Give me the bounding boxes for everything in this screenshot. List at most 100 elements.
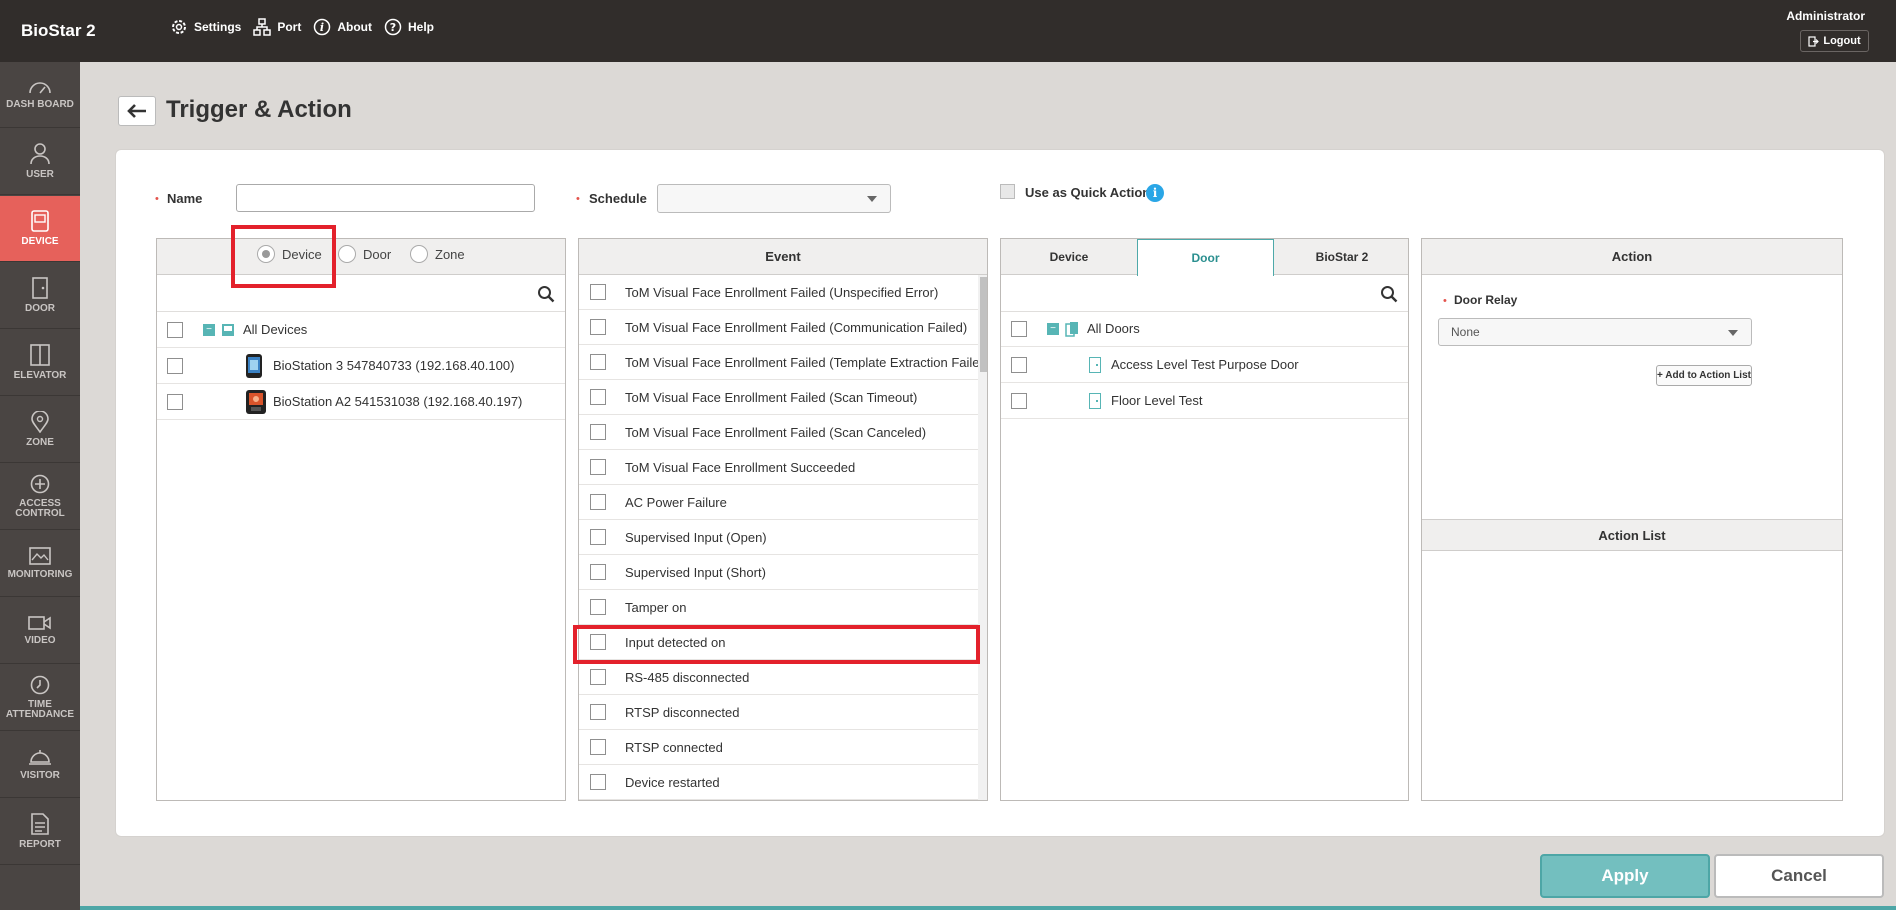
event-row[interactable]: RS-485 disconnected — [579, 660, 979, 695]
info-icon[interactable]: i — [1146, 184, 1164, 202]
schedule-select[interactable] — [657, 184, 891, 213]
checkbox[interactable] — [167, 393, 183, 410]
sidebar-item-device[interactable]: DEVICE — [0, 196, 80, 262]
checkbox[interactable] — [590, 599, 606, 615]
event-label: Device restarted — [625, 774, 720, 790]
sidebar-item-door[interactable]: DOOR — [0, 263, 80, 329]
highlight-box — [231, 225, 336, 288]
tab-door[interactable]: Door — [1137, 239, 1274, 276]
checkbox[interactable] — [590, 389, 606, 405]
checkbox[interactable] — [590, 319, 606, 335]
door-relay-select[interactable]: None — [1438, 318, 1752, 346]
checkbox[interactable] — [1011, 320, 1027, 337]
event-row[interactable]: Supervised Input (Open) — [579, 520, 979, 555]
about-link[interactable]: i About — [313, 18, 372, 36]
event-row[interactable]: ToM Visual Face Enrollment Failed (Commu… — [579, 310, 979, 345]
checkbox[interactable] — [590, 669, 606, 685]
sidebar-item-zone[interactable]: ZONE — [0, 397, 80, 463]
tab-device[interactable]: Device — [1001, 239, 1137, 275]
sidebar-item-access-control[interactable]: ACCESS CONTROL — [0, 464, 80, 530]
event-row[interactable]: ToM Visual Face Enrollment Failed (Scan … — [579, 415, 979, 450]
sidebar-item-dashboard[interactable]: DASH BOARD — [0, 62, 80, 128]
sidebar-item-monitoring[interactable]: MONITORING — [0, 531, 80, 597]
checkbox[interactable] — [590, 564, 606, 580]
event-row[interactable]: AC Power Failure — [579, 485, 979, 520]
sidebar-item-time-attendance[interactable]: TIME ATTENDANCE — [0, 665, 80, 731]
required-marker: • — [1443, 295, 1447, 307]
settings-label: Settings — [194, 20, 242, 34]
device-row[interactable]: BioStation 3 547840733 (192.168.40.100) — [157, 348, 565, 384]
checkbox[interactable] — [590, 529, 606, 545]
logout-button[interactable]: Logout — [1800, 30, 1869, 52]
checkbox[interactable] — [590, 284, 606, 300]
sidebar: DASH BOARD USER DEVICE DOOR ELEVATOR ZON… — [0, 62, 80, 910]
clock-icon — [30, 675, 50, 695]
checkbox[interactable] — [590, 424, 606, 440]
cancel-button[interactable]: Cancel — [1714, 854, 1884, 898]
device-row[interactable]: BioStation A2 541531038 (192.168.40.197) — [157, 384, 565, 420]
tree-row-all-devices[interactable]: − All Devices — [157, 312, 565, 348]
help-link[interactable]: ? Help — [384, 18, 434, 36]
event-row[interactable]: ToM Visual Face Enrollment Failed (Templ… — [579, 345, 987, 380]
checkbox[interactable] — [1011, 392, 1027, 409]
tree-row-all-doors[interactable]: − All Doors — [1001, 311, 1408, 347]
visitor-icon — [29, 750, 51, 765]
checkbox[interactable] — [1011, 356, 1027, 373]
sidebar-item-report[interactable]: REPORT — [0, 799, 80, 865]
sidebar-item-video[interactable]: VIDEO — [0, 598, 80, 664]
radio-zone[interactable]: Zone — [410, 245, 465, 263]
quick-action-checkbox[interactable] — [1000, 184, 1015, 199]
sidebar-label: REPORT — [19, 839, 61, 850]
checkbox[interactable] — [590, 739, 606, 755]
settings-link[interactable]: Settings — [170, 18, 241, 36]
event-row[interactable]: RTSP disconnected — [579, 695, 979, 730]
search-icon[interactable] — [537, 285, 555, 303]
event-row[interactable]: ToM Visual Face Enrollment Failed (Unspe… — [579, 275, 979, 310]
checkbox[interactable] — [590, 459, 606, 475]
event-row[interactable]: ToM Visual Face Enrollment Failed (Scan … — [579, 380, 979, 415]
event-row[interactable]: Tamper on — [579, 590, 979, 625]
highlight-box — [573, 625, 980, 664]
event-label: AC Power Failure — [625, 494, 727, 510]
event-label: ToM Visual Face Enrollment Failed (Commu… — [625, 319, 968, 335]
radio-button[interactable] — [338, 245, 356, 263]
search-icon[interactable] — [1380, 285, 1398, 303]
collapse-icon[interactable]: − — [1047, 322, 1059, 335]
action-header: Action — [1422, 239, 1842, 275]
checkbox[interactable] — [167, 357, 183, 374]
sidebar-label: ZONE — [26, 437, 54, 448]
sidebar-item-elevator[interactable]: ELEVATOR — [0, 330, 80, 396]
port-link[interactable]: Port — [253, 18, 301, 36]
device-icon — [31, 210, 49, 232]
event-row[interactable]: ToM Visual Face Enrollment Succeeded — [579, 450, 979, 485]
event-row[interactable]: RTSP connected — [579, 730, 979, 765]
event-header: Event — [579, 239, 987, 275]
add-to-action-list-button[interactable]: + Add to Action List — [1656, 365, 1752, 386]
back-button[interactable] — [118, 96, 156, 126]
apply-button[interactable]: Apply — [1540, 854, 1710, 898]
checkbox[interactable] — [590, 704, 606, 720]
checkbox[interactable] — [590, 494, 606, 510]
dashboard-icon — [29, 82, 51, 94]
checkbox[interactable] — [167, 321, 183, 338]
sidebar-item-visitor[interactable]: VISITOR — [0, 732, 80, 798]
radio-label: Door — [363, 246, 392, 262]
event-row[interactable]: Device restarted — [579, 765, 979, 800]
radio-button[interactable] — [410, 245, 428, 263]
quick-action-label: Use as Quick Action — [1025, 185, 1151, 200]
user-name: Administrator — [1786, 9, 1865, 23]
action-list-header: Action List — [1422, 519, 1842, 551]
tab-biostar2[interactable]: BioStar 2 — [1274, 239, 1408, 275]
door-icon — [1089, 356, 1101, 373]
checkbox[interactable] — [590, 774, 606, 790]
name-input[interactable] — [236, 184, 535, 212]
event-row[interactable]: Supervised Input (Short) — [579, 555, 979, 590]
checkbox[interactable] — [590, 354, 606, 370]
door-row[interactable]: Floor Level Test — [1001, 383, 1408, 419]
radio-door[interactable]: Door — [338, 245, 391, 263]
scrollbar-thumb[interactable] — [980, 277, 987, 372]
name-label: Name — [167, 191, 203, 206]
collapse-icon[interactable]: − — [203, 323, 215, 336]
sidebar-item-user[interactable]: USER — [0, 129, 80, 195]
door-row[interactable]: Access Level Test Purpose Door — [1001, 347, 1408, 383]
